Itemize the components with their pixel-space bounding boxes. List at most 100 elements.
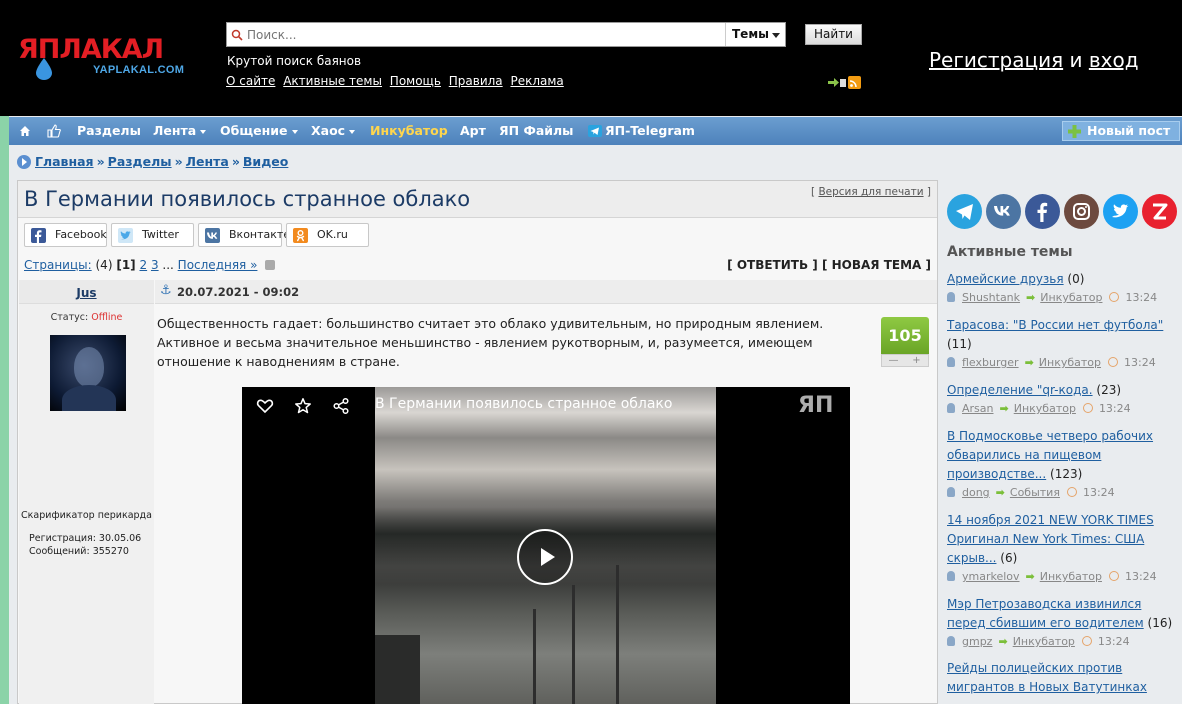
pager-label[interactable]: Страницы: <box>24 258 92 272</box>
nav-feed[interactable]: Лента <box>153 117 207 145</box>
topic-section[interactable]: События <box>1010 486 1060 499</box>
topic-link[interactable]: Армейские друзья <box>947 272 1064 286</box>
breadcrumb-video[interactable]: Видео <box>243 154 288 169</box>
nav-files[interactable]: ЯП Файлы <box>499 117 574 145</box>
star-icon[interactable] <box>294 397 312 415</box>
play-button[interactable] <box>517 529 573 585</box>
arrow-right-icon: ➡ <box>999 402 1009 415</box>
nav-telegram[interactable]: ЯП-Telegram <box>588 117 695 145</box>
jump-page-icon[interactable] <box>265 260 276 270</box>
pager-page-2[interactable]: 2 <box>139 258 147 272</box>
share-icon[interactable] <box>332 397 350 415</box>
twitter-icon[interactable] <box>1103 194 1138 229</box>
rss-icon[interactable] <box>828 76 862 89</box>
nav-chaos[interactable]: Хаос <box>311 117 356 145</box>
telegram-icon[interactable] <box>947 194 982 229</box>
topic-user[interactable]: gmpz <box>962 635 992 648</box>
topic-item: Определение "qr-кода. (23) Arsan ➡ Инкубат… <box>947 381 1177 416</box>
topic-section[interactable]: Инкубатор <box>1013 635 1075 648</box>
topic-meta: Shushtank ➡ Инкубатор 13:24 <box>947 291 1177 305</box>
topic-link[interactable]: Мэр Петрозаводска извинился перед сбивши… <box>947 597 1144 630</box>
share-facebook-button[interactable]: Facebook <box>24 223 107 247</box>
heart-icon[interactable] <box>256 397 274 415</box>
topic-meta: gmpz ➡ Инкубатор 13:24 <box>947 635 1177 649</box>
nav-chaos-label: Хаос <box>311 123 346 138</box>
active-topics-link[interactable]: Активные темы <box>283 74 382 88</box>
ads-link[interactable]: Реклама <box>510 74 563 88</box>
home-icon[interactable] <box>19 125 31 137</box>
post-body-text: Общественность гадает: большинство счита… <box>157 316 824 369</box>
author-registration: Регистрация: 30.05.06 <box>29 533 142 544</box>
anchor-icon[interactable]: ⚓ <box>160 284 172 298</box>
video-pole <box>616 565 619 704</box>
topic-link[interactable]: Тарасова: "В России нет футбола" <box>947 318 1163 332</box>
instagram-icon[interactable] <box>1064 194 1099 229</box>
nav-sections[interactable]: Разделы <box>77 117 141 145</box>
login-link[interactable]: вход <box>1089 48 1139 72</box>
register-link[interactable]: Регистрация <box>929 48 1063 72</box>
breadcrumb-feed[interactable]: Лента <box>186 154 229 169</box>
rating-plus-button[interactable]: + <box>905 355 928 366</box>
register-and: и <box>1069 48 1083 72</box>
new-topic-button[interactable]: [ НОВАЯ ТЕМА ] <box>822 258 931 272</box>
share-twitter-button[interactable]: Twitter <box>111 223 194 247</box>
topic-user[interactable]: dong <box>962 486 990 499</box>
pager-page-3[interactable]: 3 <box>151 258 159 272</box>
help-link[interactable]: Помощь <box>390 74 441 88</box>
pager-total: (4) <box>95 258 113 272</box>
topic-user[interactable]: Shushtank <box>962 291 1020 304</box>
nav-art[interactable]: Арт <box>460 117 486 145</box>
author-meta: Регистрация: 30.05.06 Сообщений: 355270 <box>29 532 141 558</box>
thumbs-up-icon[interactable] <box>47 124 61 138</box>
breadcrumb-sections[interactable]: Разделы <box>108 154 172 169</box>
topic-time: 13:24 <box>1082 486 1115 499</box>
user-icon <box>947 292 955 302</box>
new-post-button[interactable]: Новый пост <box>1062 121 1180 141</box>
nav-communication[interactable]: Общение <box>220 117 298 145</box>
topic-link[interactable]: 14 ноября 2021 NEW YORK TIMES Оригинал N… <box>947 513 1154 565</box>
rating-minus-button[interactable]: — <box>882 355 905 366</box>
topic-link[interactable]: Рейды полицейских против мигрантов в Нов… <box>947 661 1147 694</box>
topic-user[interactable]: ymarkelov <box>962 570 1020 583</box>
clock-icon <box>1108 357 1119 367</box>
reply-button[interactable]: [ ОТВЕТИТЬ ] <box>727 258 818 272</box>
search-scope-label: Темы <box>732 27 769 41</box>
clock-icon <box>1108 571 1119 581</box>
logo-subtext: YAPLAKAL.COM <box>93 64 185 76</box>
topic-user[interactable]: flexburger <box>962 356 1019 369</box>
topic-count: (16) <box>1147 616 1173 630</box>
search-button[interactable]: Найти <box>805 24 862 45</box>
breadcrumb-home[interactable]: Главная <box>35 154 94 169</box>
zen-icon[interactable] <box>1142 194 1177 229</box>
topic-section[interactable]: Инкубатор <box>1014 402 1076 415</box>
topic-count: (0) <box>1067 272 1085 286</box>
topic-section[interactable]: Инкубатор <box>1039 356 1101 369</box>
avatar[interactable] <box>50 335 126 411</box>
video-pole <box>572 585 575 704</box>
topic-item: Тарасова: "В России нет футбола" (11) fl… <box>947 316 1177 370</box>
rules-link[interactable]: Правила <box>449 74 503 88</box>
topic-link[interactable]: Определение "qr-кода. <box>947 383 1093 397</box>
register-login: Регистрация и вход <box>929 48 1139 72</box>
topic-section[interactable]: Инкубатор <box>1040 570 1102 583</box>
pager-last[interactable]: Последняя » <box>178 258 258 272</box>
about-link[interactable]: О сайте <box>226 74 275 88</box>
search-scope-select[interactable]: Темы <box>725 23 785 46</box>
print-version-link[interactable]: Версия для печати <box>818 186 923 198</box>
topic-user[interactable]: Arsan <box>962 402 994 415</box>
author-messages: Сообщений: 355270 <box>29 546 129 557</box>
author-name[interactable]: Jus <box>19 286 154 300</box>
user-icon <box>947 636 955 646</box>
topic-item: В Подмосковье четверо рабочих обварились… <box>947 427 1177 500</box>
search-input[interactable] <box>247 26 722 44</box>
nav-incubator[interactable]: Инкубатор <box>370 117 448 145</box>
share-vk-button[interactable]: Вконтакте <box>198 223 290 247</box>
video-player[interactable]: В Германии появилось странное облако ЯП <box>242 387 850 704</box>
site-logo[interactable]: ЯПЛАКАЛ YAPLAKAL.COM <box>16 34 211 86</box>
topic-section[interactable]: Инкубатор <box>1040 291 1102 304</box>
active-topics-heading: Активные темы <box>947 244 1073 260</box>
facebook-icon[interactable] <box>1025 194 1060 229</box>
vk-icon[interactable] <box>986 194 1021 229</box>
clock-icon <box>1081 636 1092 646</box>
share-ok-button[interactable]: OK.ru <box>286 223 369 247</box>
